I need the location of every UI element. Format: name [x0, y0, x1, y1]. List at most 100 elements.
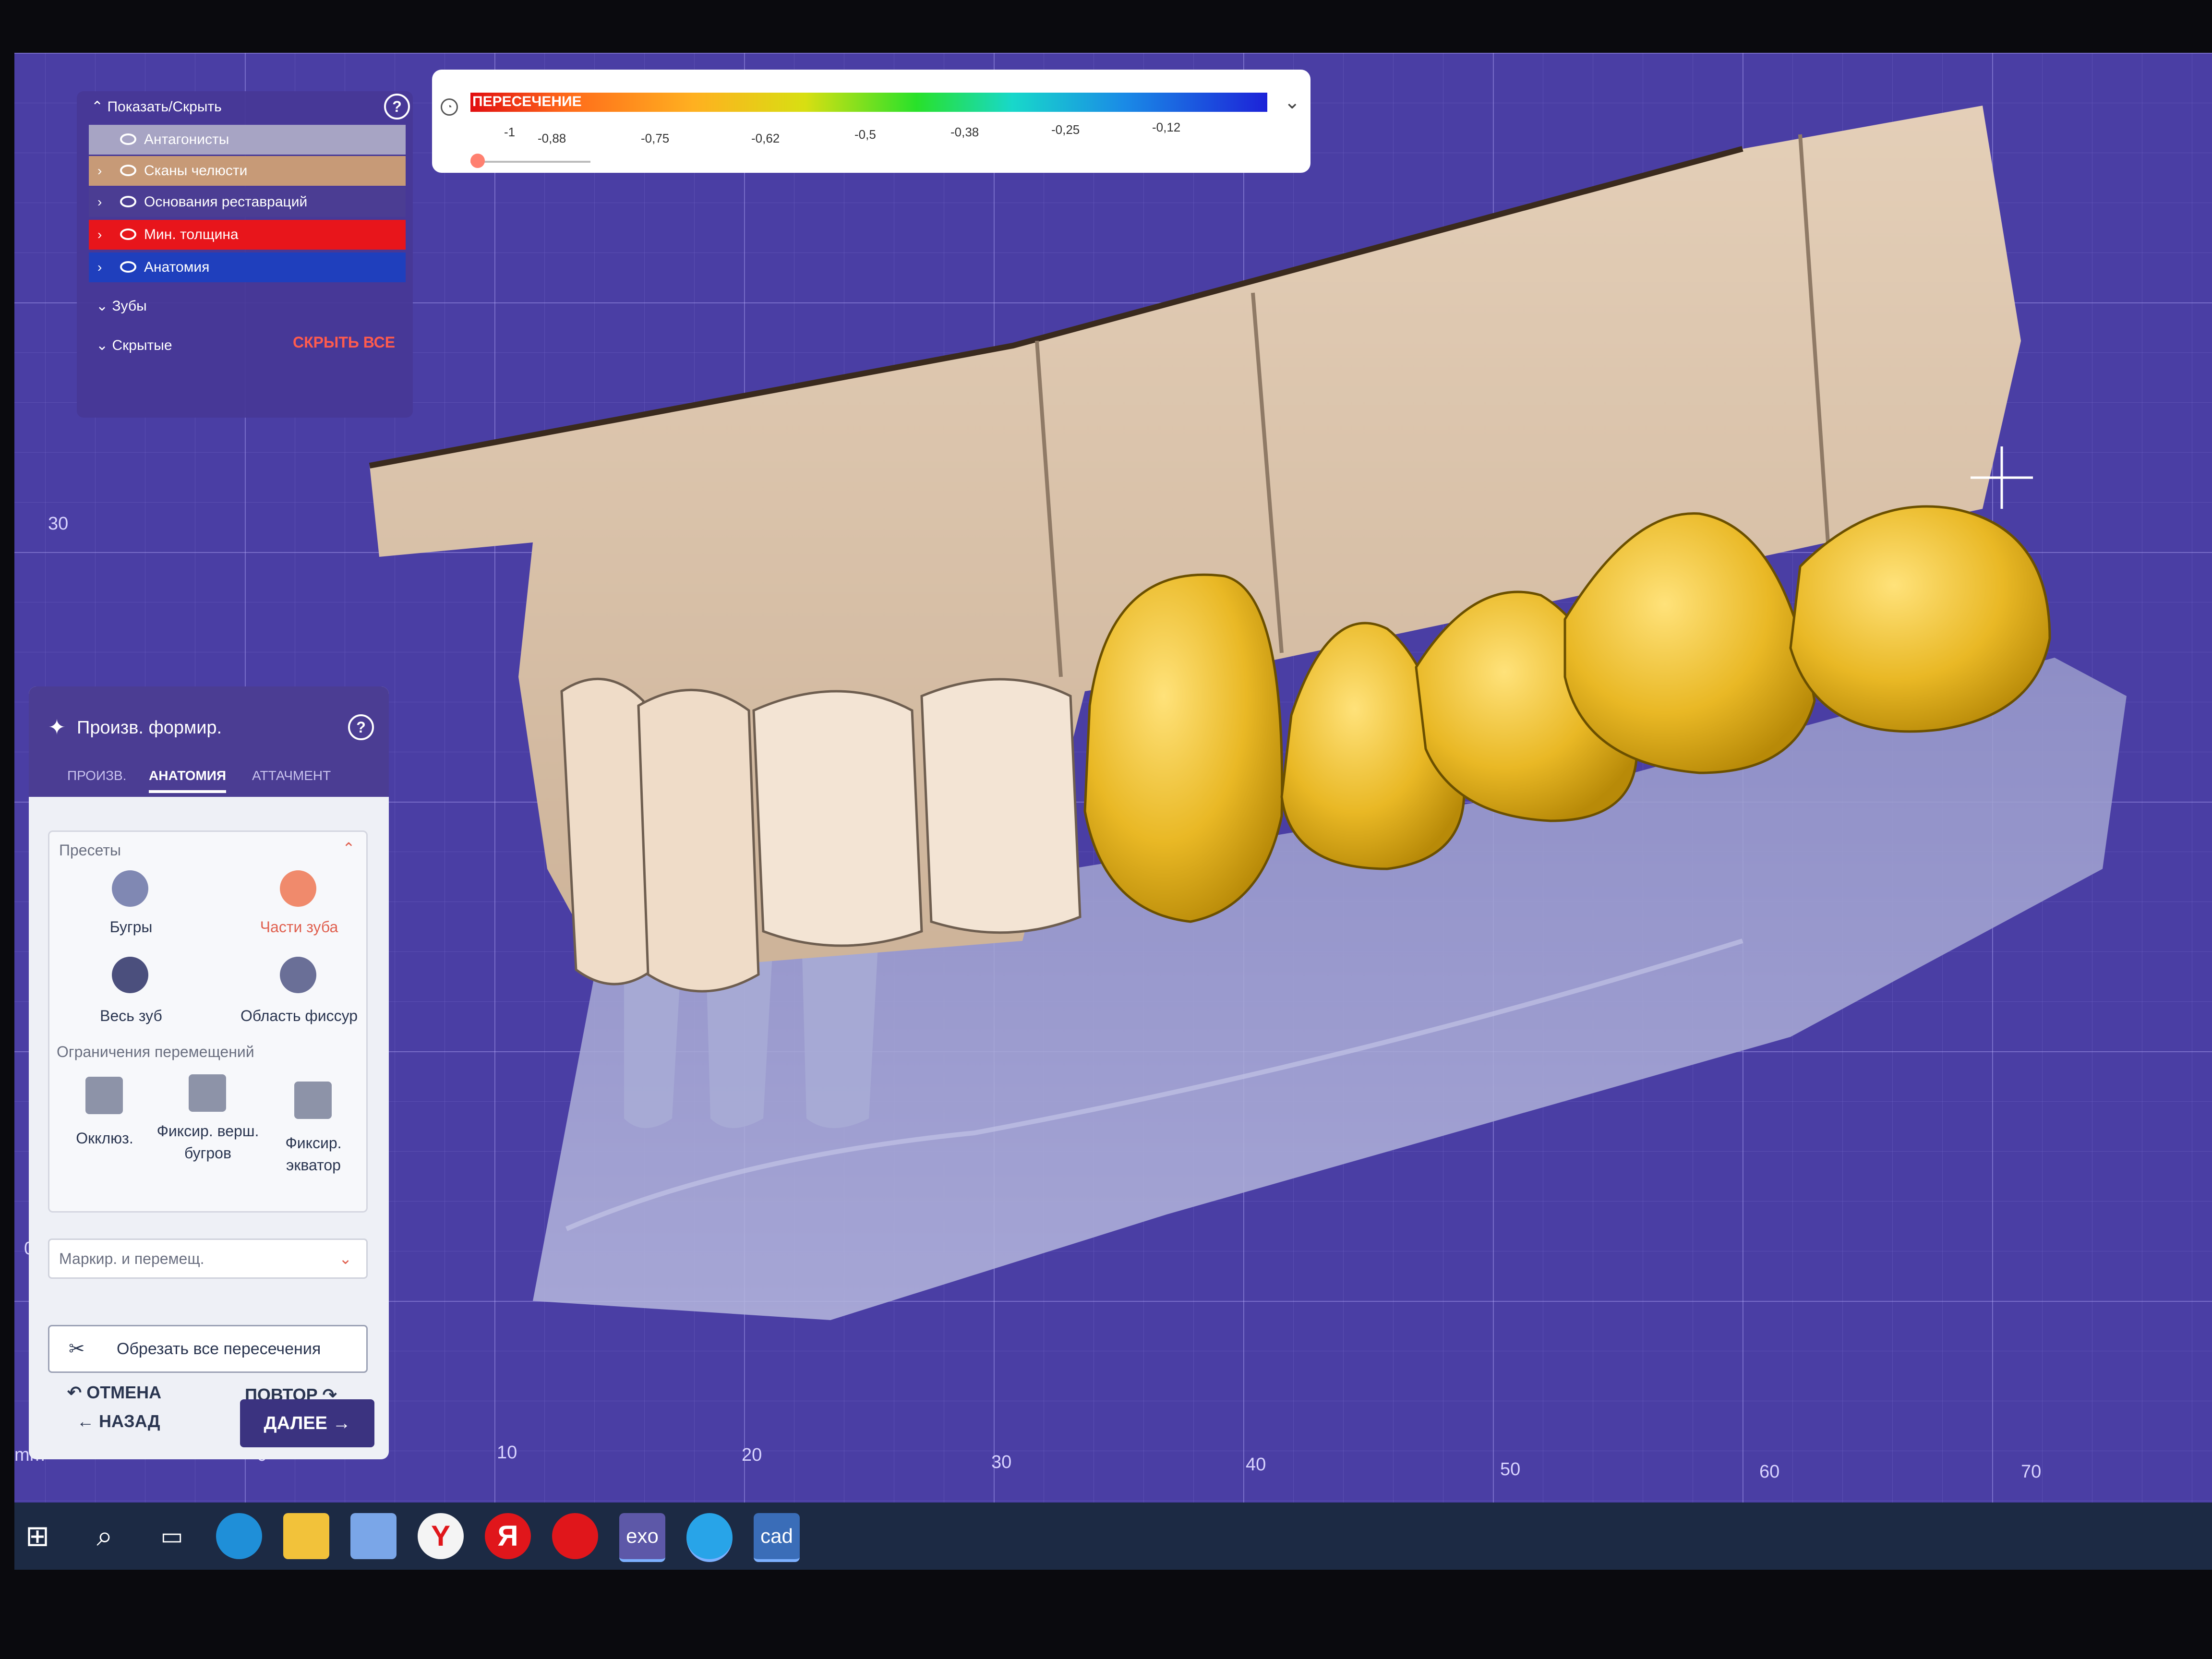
undo-button[interactable]: ↶ ОТМЕНА	[67, 1382, 161, 1403]
opera-icon[interactable]	[552, 1513, 598, 1559]
colorbar-tick: -0,5	[854, 127, 876, 142]
eye-icon[interactable]	[120, 228, 136, 240]
browser-icon[interactable]	[686, 1513, 733, 1562]
layer-antagonists[interactable]: Антагонисты	[89, 125, 406, 155]
whole-tooth-preset-icon[interactable]	[112, 957, 148, 993]
crown-canine	[1083, 573, 1284, 923]
ruler-x-label: 20	[742, 1445, 762, 1465]
chevron-down-icon[interactable]: ⌄	[1284, 91, 1300, 113]
ruler-x-label: 70	[2021, 1462, 2042, 1482]
store-icon[interactable]	[350, 1513, 397, 1559]
gauge-icon[interactable]: ◔	[441, 98, 458, 116]
ruler-x-label: 30	[991, 1452, 1012, 1472]
eye-icon[interactable]	[120, 261, 136, 273]
layer-min-thickness[interactable]: › Мин. толщина	[89, 220, 406, 250]
undo-icon: ↶	[67, 1382, 82, 1402]
hide-all-button[interactable]: СКРЫТЬ ВСЕ	[293, 334, 395, 351]
ruler-x-label: 10	[497, 1443, 517, 1463]
threshold-slider-track[interactable]	[470, 161, 590, 163]
eye-icon[interactable]	[120, 133, 136, 145]
chevron-right-icon[interactable]: ›	[97, 187, 102, 217]
colorbar-tick: -0,88	[538, 131, 566, 145]
colorbar-tick: -0,25	[1051, 122, 1080, 137]
constraint-fix-equator[interactable]: Фиксир. экватор	[265, 1132, 361, 1176]
lock-icon[interactable]	[189, 1074, 226, 1112]
chevron-up-icon: ⌃	[91, 99, 104, 115]
arrow-left-icon: ←	[77, 1411, 94, 1431]
teeth-group[interactable]: ⌄ Зубы	[96, 298, 147, 314]
ruler-y-label: 30	[48, 514, 69, 534]
trim-intersections-button[interactable]: ✂ Обрезать все пересечения	[48, 1325, 368, 1373]
layer-jaw-scans[interactable]: › Сканы челюсти	[89, 156, 406, 186]
preset-cusps[interactable]: Бугры	[78, 918, 184, 936]
next-button[interactable]: ДАЛЕЕ →	[240, 1399, 374, 1447]
yandex-browser-icon[interactable]: Y	[418, 1513, 464, 1559]
freeform-tool-panel: ✦ Произв. формир. ? ПРОИЗВ. АНАТОМИЯ АТТ…	[29, 686, 389, 1459]
lock-icon[interactable]	[294, 1082, 332, 1119]
tool-help-icon[interactable]: ?	[348, 714, 374, 740]
edge-icon[interactable]	[216, 1513, 262, 1559]
colorbar-tick: -0,62	[751, 131, 780, 145]
colorbar-tick: -0,38	[950, 125, 979, 139]
tab-freeform[interactable]: ПРОИЗВ.	[67, 768, 126, 783]
monitor-screen: 30 1 0 mm 0 10 20 30 40 50 60 70 ⌃ Показ…	[14, 53, 2212, 1570]
colorbar-gradient	[470, 93, 1267, 112]
threshold-slider-handle[interactable]	[470, 154, 485, 168]
explorer-icon[interactable]	[283, 1513, 329, 1559]
eye-icon[interactable]	[120, 196, 136, 207]
constraints-label: Ограничения перемещений	[57, 1043, 254, 1060]
yandex-icon[interactable]: Я	[485, 1513, 531, 1559]
tab-anatomy[interactable]: АНАТОМИЯ	[149, 768, 227, 793]
intersection-colorbar: ◔ ПЕРЕСЕЧЕНИЕ -1 -0,88 -0,75 -0,62 -0,5 …	[432, 70, 1310, 173]
layer-anatomy[interactable]: › Анатомия	[89, 252, 406, 282]
layer-visibility-panel: ⌃ Показать/Скрыть ? Антагонисты › Сканы …	[77, 91, 413, 418]
mark-and-move-dropdown[interactable]: Маркир. и перемещ. ⌄	[48, 1238, 368, 1279]
show-hide-header[interactable]: ⌃ Показать/Скрыть	[91, 98, 222, 115]
presets-label: Пресеты	[59, 842, 121, 859]
constraint-fix-cusp-tips[interactable]: Фиксир. верш. бугров	[155, 1120, 261, 1164]
hidden-group[interactable]: ⌄ Скрытые	[96, 337, 172, 354]
chevron-down-icon: ⌄	[96, 298, 108, 314]
exo-app-icon[interactable]: exo	[619, 1513, 665, 1562]
magic-wand-icon: ✦	[48, 716, 66, 739]
preset-whole-tooth[interactable]: Весь зуб	[69, 1007, 193, 1025]
chevron-down-icon: ⌄	[96, 337, 108, 353]
upper-tooth	[637, 688, 760, 993]
eye-icon[interactable]	[120, 165, 136, 176]
task-view-icon[interactable]: ▭	[149, 1513, 195, 1559]
colorbar-tick: -0,75	[641, 131, 670, 145]
tooth-parts-preset-icon[interactable]	[280, 870, 316, 907]
arrow-right-icon: →	[332, 1413, 351, 1433]
preset-tooth-parts[interactable]: Части зуба	[232, 918, 366, 936]
fissure-area-preset-icon[interactable]	[280, 957, 316, 993]
crown-molar-2	[1789, 505, 2051, 733]
colorbar-tick: -1	[504, 125, 516, 139]
tool-panel-header: ✦ Произв. формир. ? ПРОИЗВ. АНАТОМИЯ АТТ…	[29, 686, 389, 797]
chevron-down-icon: ⌄	[339, 1250, 352, 1267]
chevron-up-icon[interactable]: ⌃	[342, 839, 355, 857]
search-icon[interactable]: ⌕	[82, 1513, 128, 1559]
chevron-right-icon[interactable]: ›	[97, 220, 102, 250]
preset-fissure-area[interactable]: Область фиссур	[222, 1007, 376, 1025]
colorbar-tick: -0,12	[1152, 120, 1181, 134]
cad-app-icon[interactable]: cad	[754, 1513, 800, 1562]
upper-tooth	[920, 678, 1082, 934]
lock-icon[interactable]	[85, 1077, 123, 1114]
constraint-occlusal[interactable]: Окклюз.	[54, 1130, 155, 1147]
chevron-right-icon[interactable]: ›	[97, 156, 102, 186]
layer-help-icon[interactable]: ?	[384, 94, 410, 120]
presets-section: Пресеты ⌃ Бугры Части зуба Весь зуб Обла…	[48, 830, 368, 1213]
start-icon[interactable]: ⊞	[14, 1513, 60, 1559]
cusps-preset-icon[interactable]	[112, 870, 148, 907]
chevron-right-icon[interactable]: ›	[97, 252, 102, 282]
scissors-icon: ✂	[69, 1338, 85, 1359]
colorbar-title: ПЕРЕСЕЧЕНИЕ	[472, 94, 582, 109]
upper-tooth	[752, 690, 923, 947]
tab-attachment[interactable]: АТТАЧМЕНТ	[252, 768, 331, 783]
ruler-x-label: 60	[1759, 1462, 1780, 1482]
ruler-x-label: 50	[1500, 1459, 1521, 1479]
ruler-x-label: 40	[1246, 1455, 1266, 1475]
back-button[interactable]: ← НАЗАД	[77, 1411, 160, 1431]
layer-restoration-bases[interactable]: › Основания реставраций	[89, 187, 406, 217]
tool-title: Произв. формир.	[77, 718, 222, 738]
